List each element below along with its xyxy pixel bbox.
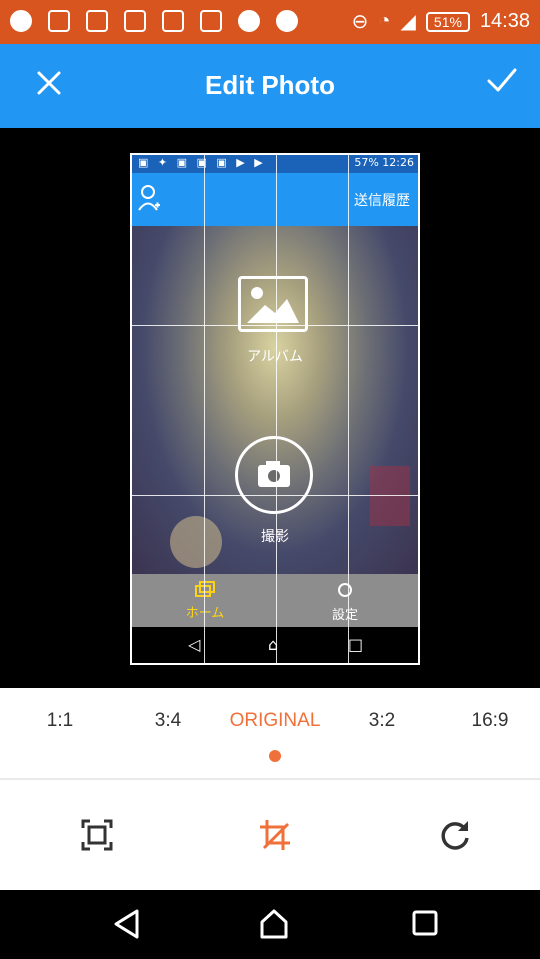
photo-canvas[interactable]: ▣ ✦ ▣ ▣ ▣ ▶ ▶ 57% 12:26 送信履歴 アルバム 撮影 ホーム bbox=[0, 128, 540, 688]
camera-icon bbox=[258, 461, 290, 487]
clock: 14:38 bbox=[479, 10, 530, 32]
photo-back-icon: ◁ bbox=[188, 635, 201, 654]
camera-label: 撮影 bbox=[261, 529, 289, 545]
photo-nav-bar: ◁ ⌂ □ bbox=[130, 627, 420, 665]
check-icon bbox=[487, 68, 517, 92]
wifi-icon: ◔ bbox=[378, 10, 391, 32]
notification-icons bbox=[10, 10, 298, 32]
page-title: Edit Photo bbox=[205, 70, 335, 100]
photo-tab-settings: 設定 bbox=[300, 580, 390, 623]
ratio-1-1[interactable]: 1:1 bbox=[30, 710, 90, 732]
add-user-icon bbox=[138, 185, 160, 211]
back-button[interactable] bbox=[112, 908, 142, 944]
photo-battery: 57% bbox=[354, 156, 379, 169]
settings-gear-icon bbox=[338, 583, 352, 597]
confirm-button[interactable] bbox=[486, 66, 518, 99]
sim-icon bbox=[162, 10, 184, 32]
pinwheel-icon bbox=[86, 10, 108, 32]
bokeh-light bbox=[370, 466, 410, 526]
back-icon bbox=[114, 909, 139, 939]
tool-bar bbox=[0, 780, 540, 890]
play-icon bbox=[238, 10, 260, 32]
recents-button[interactable] bbox=[410, 908, 440, 942]
camera-button-ring bbox=[235, 436, 313, 514]
play-store-icon bbox=[276, 10, 298, 32]
status-bar: ⊖ ◔ ◢ 51% 14:38 bbox=[0, 0, 540, 44]
crop-button[interactable] bbox=[258, 818, 292, 852]
aspect-ratio-selector: 1:1 3:4 ORIGINAL 3:2 16:9 bbox=[0, 688, 540, 778]
battery-indicator: 51% bbox=[425, 11, 470, 32]
rotate-button[interactable] bbox=[438, 818, 472, 852]
photo-tab-home-label: ホーム bbox=[185, 606, 225, 621]
signal-icon: ◢ bbox=[400, 11, 416, 33]
home-button[interactable] bbox=[258, 908, 290, 944]
ratio-original[interactable]: ORIGINAL bbox=[220, 710, 330, 732]
ratio-3-2[interactable]: 3:2 bbox=[352, 710, 412, 732]
album-icon bbox=[238, 276, 308, 332]
photo-clock: 12:26 bbox=[382, 156, 414, 169]
photo-header: 送信履歴 bbox=[130, 173, 420, 226]
crop-icon bbox=[260, 820, 290, 850]
fit-button[interactable] bbox=[80, 818, 114, 852]
photo-notification-icons: ▣ ✦ ▣ ▣ ▣ ▶ ▶ bbox=[138, 156, 266, 169]
history-link: 送信履歴 bbox=[354, 193, 410, 209]
rotate-icon bbox=[441, 821, 469, 850]
do-not-disturb-icon: ⊖ bbox=[351, 11, 369, 33]
recents-icon bbox=[412, 910, 438, 936]
photo-recents-icon: □ bbox=[348, 635, 364, 654]
gallery-icon bbox=[200, 10, 222, 32]
photo-tab-settings-label: 設定 bbox=[331, 608, 358, 623]
photo-tab-bar: ホーム 設定 bbox=[130, 574, 420, 627]
app-bar: Edit Photo bbox=[0, 44, 540, 128]
fit-icon bbox=[81, 819, 113, 851]
image-icon bbox=[48, 10, 70, 32]
home-tab-icon bbox=[195, 581, 215, 597]
photo-background: アルバム 撮影 bbox=[130, 226, 420, 574]
photo-preview: ▣ ✦ ▣ ▣ ▣ ▶ ▶ 57% 12:26 送信履歴 アルバム 撮影 ホーム bbox=[130, 153, 420, 665]
photo-home-icon: ⌂ bbox=[268, 635, 279, 654]
checkbox-icon bbox=[124, 10, 146, 32]
system-nav-bar bbox=[0, 890, 540, 959]
ratio-16-9[interactable]: 16:9 bbox=[460, 710, 520, 732]
album-label: アルバム bbox=[247, 349, 303, 365]
photo-status-bar: ▣ ✦ ▣ ▣ ▣ ▶ ▶ 57% 12:26 bbox=[130, 153, 420, 173]
selected-indicator bbox=[269, 750, 281, 762]
home-icon bbox=[260, 909, 288, 939]
line-icon bbox=[10, 10, 32, 32]
ratio-3-4[interactable]: 3:4 bbox=[138, 710, 198, 732]
photo-tab-home: ホーム bbox=[160, 580, 250, 621]
